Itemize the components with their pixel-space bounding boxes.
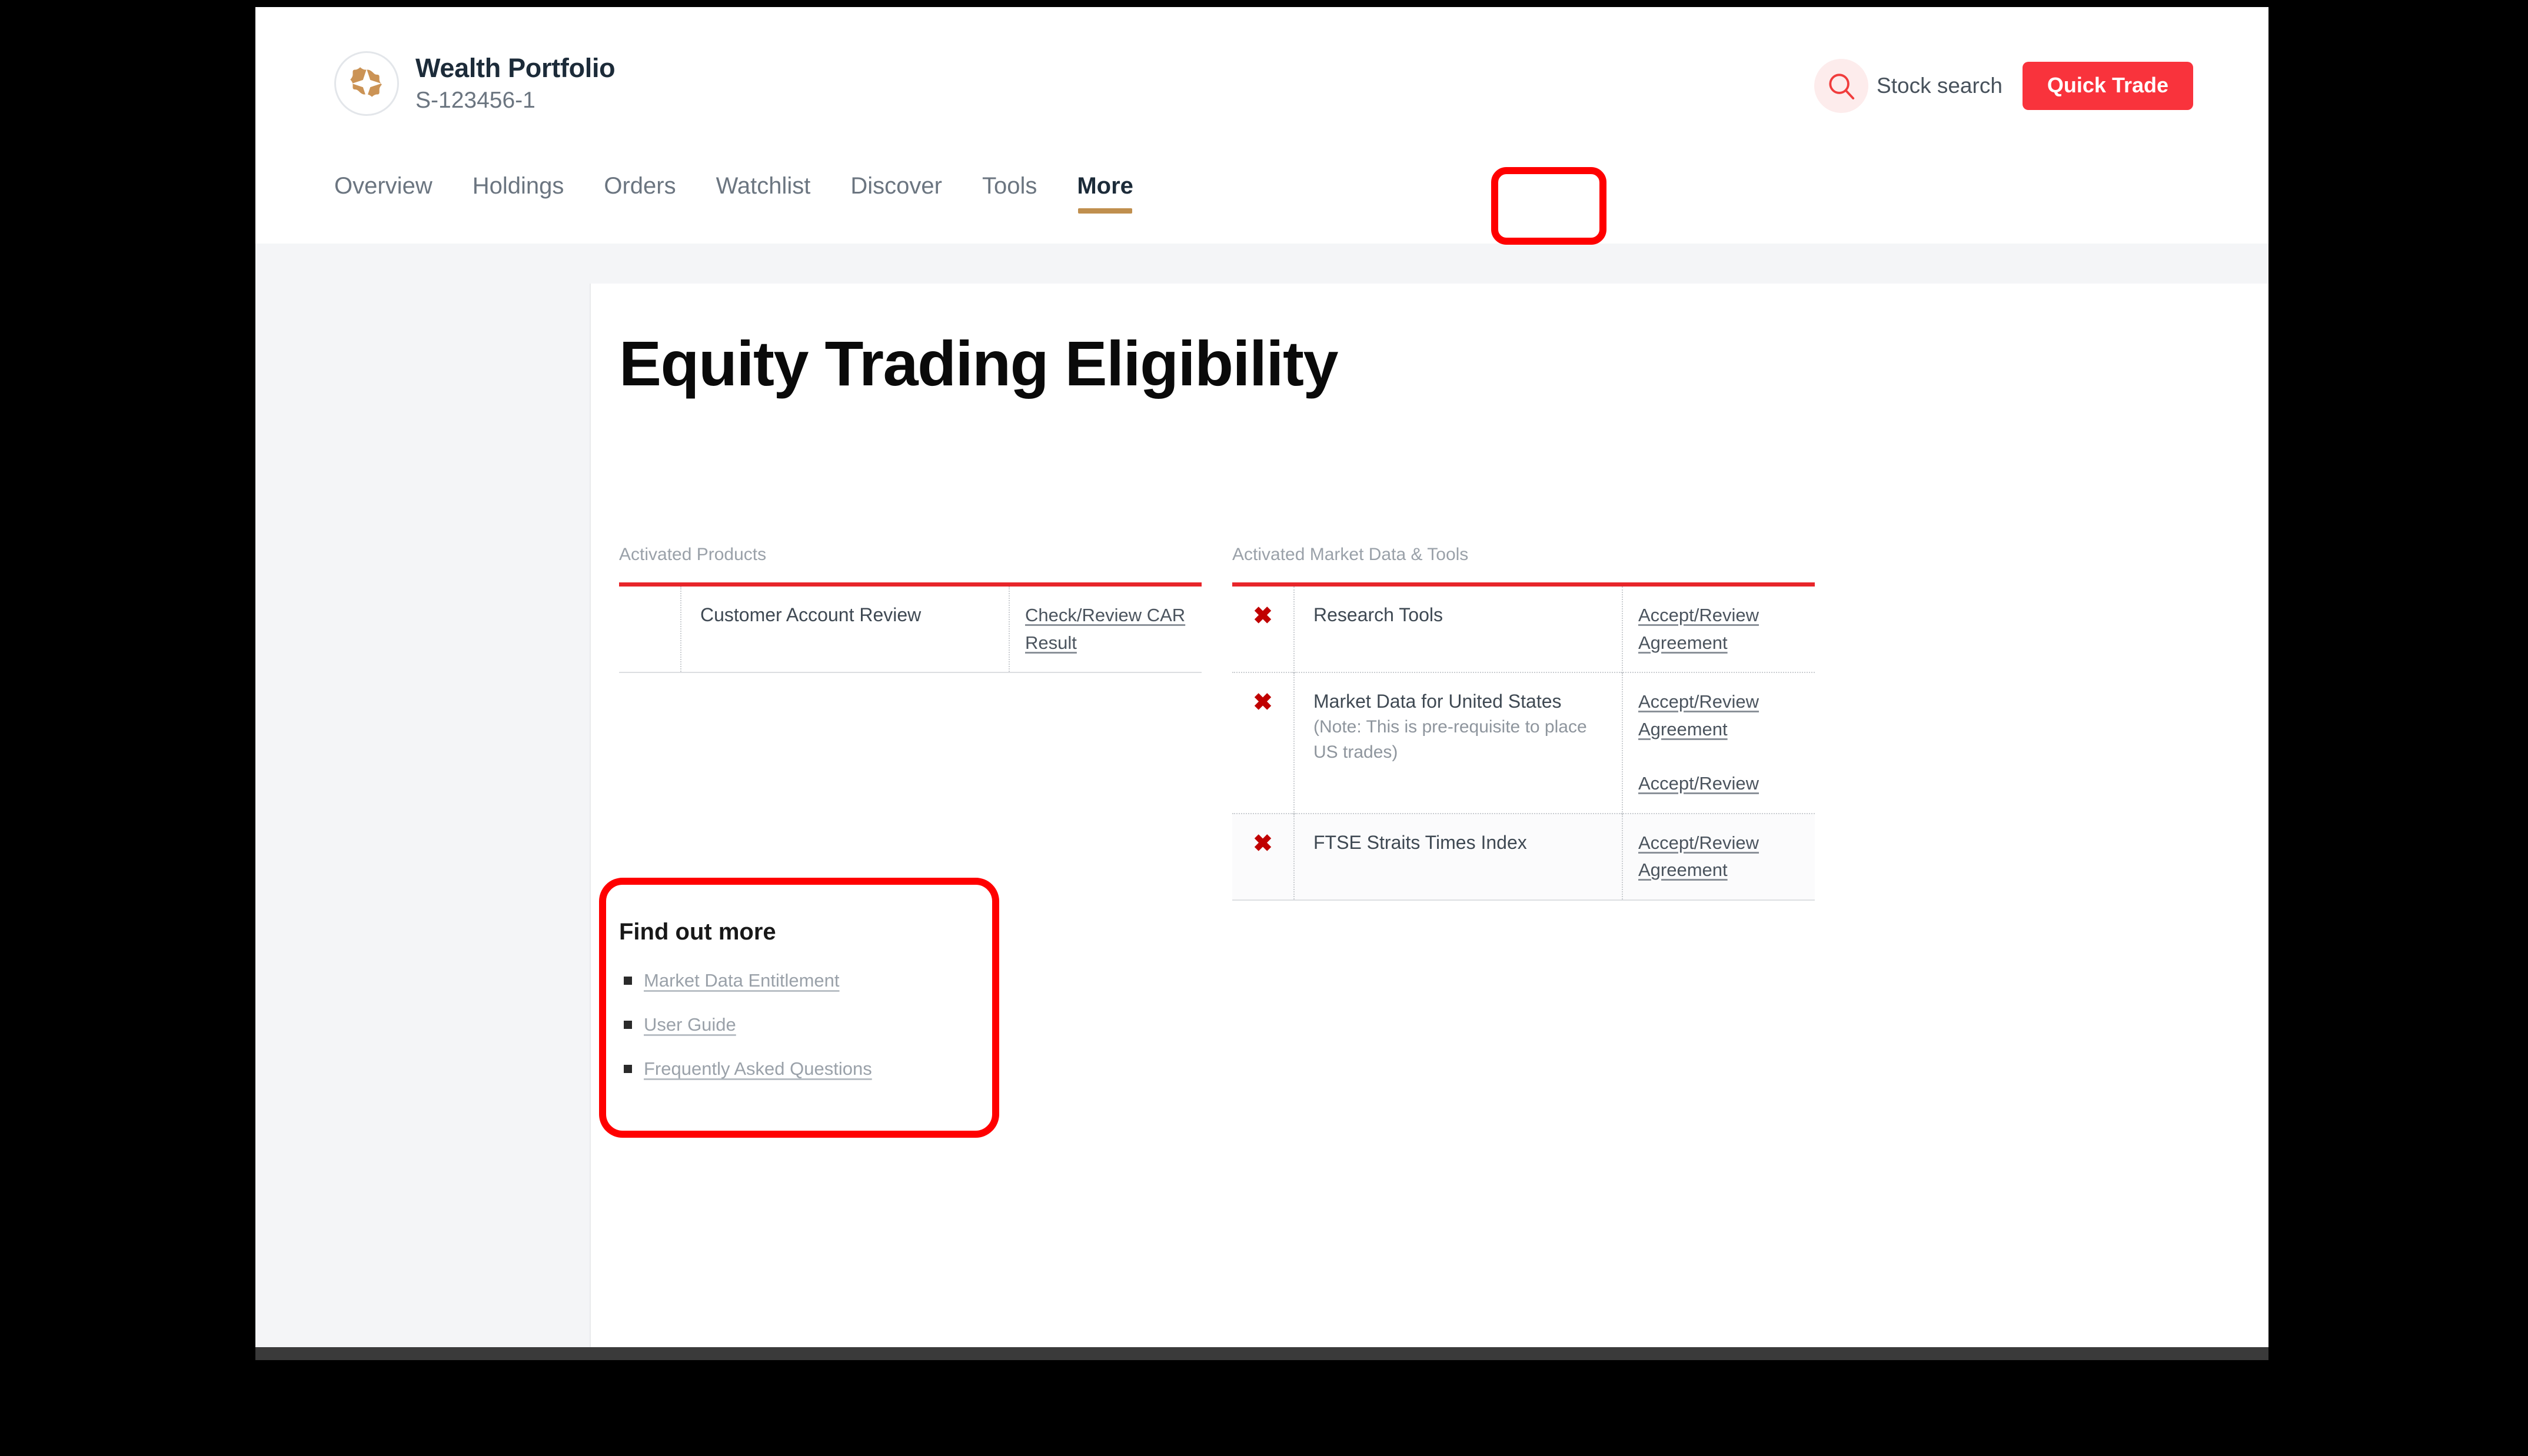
find-out-more-title: Find out more: [619, 919, 972, 945]
product-name: Customer Account Review: [700, 604, 921, 625]
account-name: Wealth Portfolio: [415, 52, 615, 84]
browser-viewport: Wealth Portfolio S-123456-1 Stock search…: [255, 7, 2268, 1347]
item-note: (Note: This is pre-requisite to place US…: [1313, 715, 1608, 765]
find-out-more-list: Market Data Entitlement User Guide Frequ…: [619, 971, 972, 1078]
activated-market-data-caption: Activated Market Data & Tools: [1232, 545, 1815, 565]
table-row: Customer Account Review Check/Review CAR…: [619, 585, 1202, 673]
search-icon[interactable]: [1814, 59, 1868, 113]
link-spacer: [1638, 743, 1815, 770]
tab-tools[interactable]: Tools: [962, 173, 1057, 226]
table-row: ✖ Market Data for United States (Note: T…: [1232, 672, 1815, 814]
item-action-cell: Accept/Review Agreement: [1622, 814, 1815, 900]
status-x-icon: ✖: [1253, 689, 1273, 715]
status-cell: [619, 585, 681, 673]
tab-holdings[interactable]: Holdings: [453, 173, 584, 226]
activated-products-section: Activated Products Customer Account Revi…: [619, 545, 1202, 673]
tab-orders[interactable]: Orders: [584, 173, 696, 226]
status-cell: ✖: [1232, 814, 1294, 900]
account-identity: Wealth Portfolio S-123456-1: [415, 52, 615, 115]
page-title: Equity Trading Eligibility: [619, 332, 1338, 395]
item-name: FTSE Straits Times Index: [1313, 832, 1527, 853]
account-brand-block[interactable]: Wealth Portfolio S-123456-1: [334, 51, 615, 116]
star-badge-icon: [334, 51, 399, 116]
list-item: Market Data Entitlement: [644, 971, 972, 989]
status-cell: ✖: [1232, 585, 1294, 673]
item-action-cell: Accept/Review Agreement Accept/Review: [1622, 672, 1815, 814]
item-name-cell: Market Data for United States (Note: Thi…: [1294, 672, 1622, 814]
find-out-more-section: Find out more Market Data Entitlement Us…: [619, 919, 972, 1104]
activated-market-data-section: Activated Market Data & Tools ✖ Research…: [1232, 545, 1815, 901]
status-x-icon: ✖: [1253, 831, 1273, 857]
stock-search-button[interactable]: Stock search: [1814, 59, 2003, 113]
header-actions: Stock search Quick Trade: [1814, 59, 2193, 113]
tab-more[interactable]: More: [1057, 173, 1153, 226]
status-x-icon: ✖: [1253, 603, 1273, 629]
page-background: Equity Trading Eligibility Activated Pro…: [255, 244, 2268, 1347]
activated-products-table: Customer Account Review Check/Review CAR…: [619, 582, 1202, 673]
horizontal-scrollbar[interactable]: [255, 1347, 2268, 1360]
user-guide-link[interactable]: User Guide: [644, 1014, 736, 1035]
product-action-cell: Check/Review CAR Result: [1009, 585, 1202, 673]
list-item: Frequently Asked Questions: [644, 1059, 972, 1078]
list-item: User Guide: [644, 1015, 972, 1034]
tab-discover[interactable]: Discover: [830, 173, 962, 226]
content-card: Equity Trading Eligibility Activated Pro…: [590, 284, 2268, 1347]
account-number: S-123456-1: [415, 86, 615, 115]
item-name-cell: FTSE Straits Times Index: [1294, 814, 1622, 900]
accept-review-link[interactable]: Accept/Review: [1638, 773, 1759, 794]
main-navigation-tabs: Overview Holdings Orders Watchlist Disco…: [334, 173, 1153, 226]
status-cell: ✖: [1232, 672, 1294, 814]
market-data-entitlement-link[interactable]: Market Data Entitlement: [644, 970, 840, 991]
item-name: Research Tools: [1313, 604, 1443, 625]
accept-review-agreement-link[interactable]: Accept/Review Agreement: [1638, 605, 1759, 653]
item-name: Market Data for United States: [1313, 691, 1562, 712]
item-action-cell: Accept/Review Agreement: [1622, 585, 1815, 673]
app-header: Wealth Portfolio S-123456-1 Stock search…: [255, 7, 2268, 244]
accept-review-agreement-link[interactable]: Accept/Review Agreement: [1638, 832, 1759, 881]
accept-review-agreement-link[interactable]: Accept/Review Agreement: [1638, 691, 1759, 739]
tab-watchlist[interactable]: Watchlist: [696, 173, 831, 226]
faq-link[interactable]: Frequently Asked Questions: [644, 1058, 872, 1079]
tab-overview[interactable]: Overview: [334, 173, 453, 226]
product-name-cell: Customer Account Review: [681, 585, 1009, 673]
activated-market-data-table: ✖ Research Tools Accept/Review Agreement: [1232, 582, 1815, 901]
table-row: ✖ Research Tools Accept/Review Agreement: [1232, 585, 1815, 673]
table-row: ✖ FTSE Straits Times Index Accept/Review…: [1232, 814, 1815, 900]
activated-products-caption: Activated Products: [619, 545, 1202, 565]
check-review-car-result-link[interactable]: Check/Review CAR Result: [1025, 605, 1185, 653]
quick-trade-button[interactable]: Quick Trade: [2023, 62, 2193, 110]
item-name-cell: Research Tools: [1294, 585, 1622, 673]
stock-search-label: Stock search: [1877, 74, 2003, 98]
